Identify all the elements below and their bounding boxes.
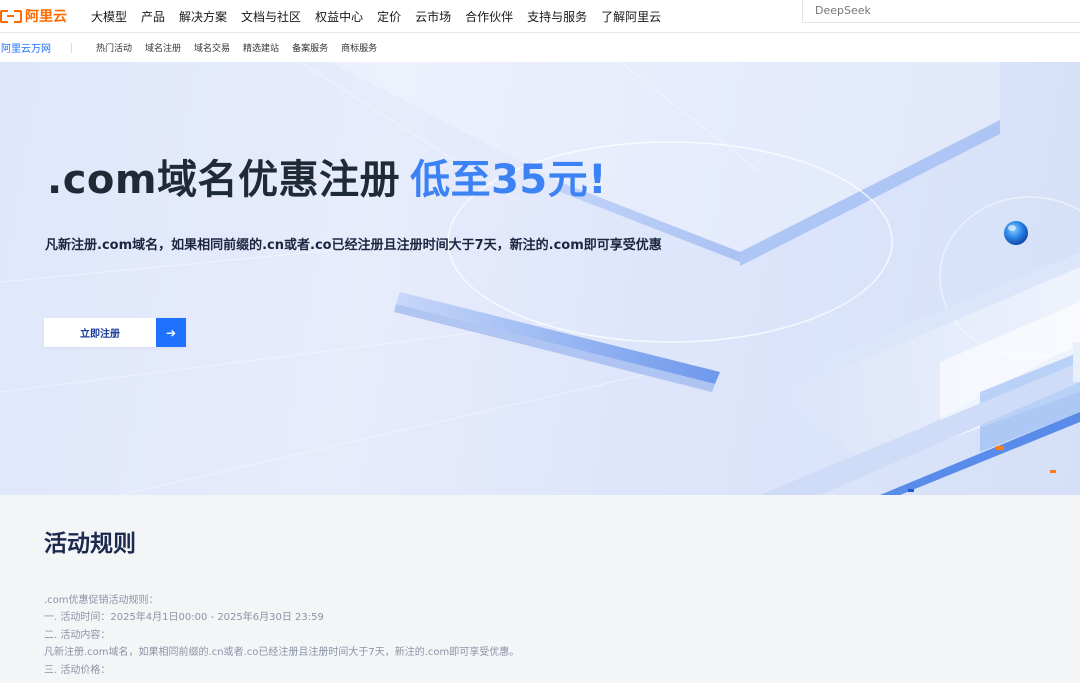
rules-body: .com优惠促销活动规则： 一. 活动时间：2025年4月1日00:00 - 2… (44, 592, 519, 679)
subnav-divider (71, 42, 72, 53)
subnav-item-hot-activities[interactable]: 热门活动 (96, 41, 132, 54)
top-navigation: 阿里云 大模型 产品 解决方案 文档与社区 权益中心 定价 云市场 合作伙伴 支… (0, 0, 1080, 33)
nav-item-support[interactable]: 支持与服务 (527, 8, 587, 25)
subnav-item-trademark[interactable]: 商标服务 (341, 41, 377, 54)
hero-banner: .com域名优惠注册 低至35元! 凡新注册.com域名，如果相同前缀的.cn或者… (0, 62, 1080, 495)
subnav-brand[interactable]: 阿里云万网 (1, 40, 51, 55)
logo-text: 阿里云 (25, 9, 67, 25)
nav-item-products[interactable]: 产品 (141, 8, 165, 25)
subnav-item-icp-filing[interactable]: 备案服务 (292, 41, 328, 54)
subnav-item-domain-trading[interactable]: 域名交易 (194, 41, 230, 54)
nav-item-docs-community[interactable]: 文档与社区 (241, 8, 301, 25)
nav-item-marketplace[interactable]: 云市场 (415, 8, 451, 25)
nav-item-solutions[interactable]: 解决方案 (179, 8, 227, 25)
aliyun-logo-icon (0, 8, 22, 24)
hero-decoration (0, 62, 1080, 495)
nav-item-pricing[interactable]: 定价 (377, 8, 401, 25)
hero-title-accent: 低至35元! (410, 157, 607, 203)
aliyun-logo[interactable]: 阿里云 (0, 6, 67, 26)
subnav-item-domain-registration[interactable]: 域名注册 (145, 41, 181, 54)
nav-item-benefits[interactable]: 权益中心 (315, 8, 363, 25)
rules-line: 凡新注册.com域名，如果相同前缀的.cn或者.co已经注册且注册时间大于7天，… (44, 647, 520, 659)
rules-line: 二. 活动内容： (44, 629, 111, 641)
sub-navigation: 阿里云万网 热门活动 域名注册 域名交易 精选建站 备案服务 商标服务 (0, 33, 1080, 62)
search-input[interactable]: DeepSeek (802, 0, 1080, 23)
subnav-item-website-building[interactable]: 精选建站 (243, 41, 279, 54)
register-now-label: 立即注册 (44, 318, 156, 347)
hero-subtitle: 凡新注册.com域名，如果相同前缀的.cn或者.co已经注册且注册时间大于7天，… (45, 238, 662, 253)
nav-item-about[interactable]: 了解阿里云 (601, 8, 661, 25)
main-nav: 大模型 产品 解决方案 文档与社区 权益中心 定价 云市场 合作伙伴 支持与服务… (91, 8, 675, 25)
rules-line: 一. 活动时间：2025年4月1日00:00 - 2025年6月30日 23:5… (44, 612, 324, 624)
hero-title-main: .com域名优惠注册 (47, 157, 401, 203)
arrow-right-icon: ➔ (156, 318, 186, 347)
register-now-button[interactable]: 立即注册 ➔ (44, 318, 186, 347)
rules-title: 活动规则 (44, 531, 136, 557)
rules-line: 三. 活动价格： (44, 664, 111, 676)
activity-rules-section: 活动规则 .com优惠促销活动规则： 一. 活动时间：2025年4月1日00:0… (0, 495, 1080, 683)
rules-line: .com优惠促销活动规则： (44, 595, 159, 606)
nav-item-partners[interactable]: 合作伙伴 (465, 8, 513, 25)
nav-item-large-model[interactable]: 大模型 (91, 8, 127, 25)
hero-title: .com域名优惠注册 低至35元! (47, 147, 607, 205)
